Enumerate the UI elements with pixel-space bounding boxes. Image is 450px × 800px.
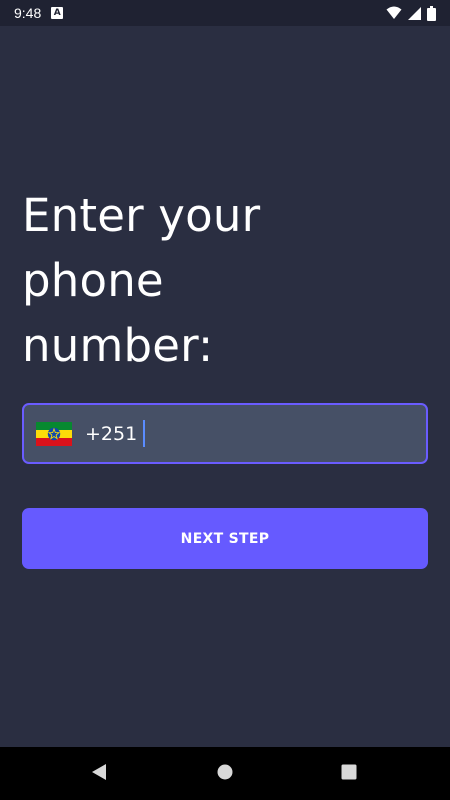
home-icon[interactable] xyxy=(217,763,233,781)
title-line-1: Enter your xyxy=(22,189,261,242)
wifi-icon xyxy=(386,6,402,19)
ethiopia-flag-icon[interactable] xyxy=(36,421,72,446)
status-time: 9:48 xyxy=(14,5,42,21)
text-cursor xyxy=(143,420,146,447)
status-left: 9:48 A xyxy=(14,5,64,21)
signal-icon xyxy=(408,6,421,20)
status-right xyxy=(386,5,436,21)
status-bar: 9:48 A xyxy=(0,0,450,26)
recents-icon[interactable] xyxy=(341,763,357,781)
next-step-button[interactable]: NEXT STEP xyxy=(22,508,428,569)
notification-app-icon: A xyxy=(51,7,64,19)
navigation-bar xyxy=(0,747,450,800)
country-dial-code: +251 xyxy=(85,422,138,445)
phone-number-input[interactable]: +251 xyxy=(22,403,428,464)
back-icon[interactable] xyxy=(91,763,107,781)
title-line-3: number: xyxy=(22,319,214,372)
battery-icon xyxy=(427,5,436,21)
page-title: Enter your phone number: xyxy=(22,183,422,378)
title-line-2: phone xyxy=(22,254,164,307)
